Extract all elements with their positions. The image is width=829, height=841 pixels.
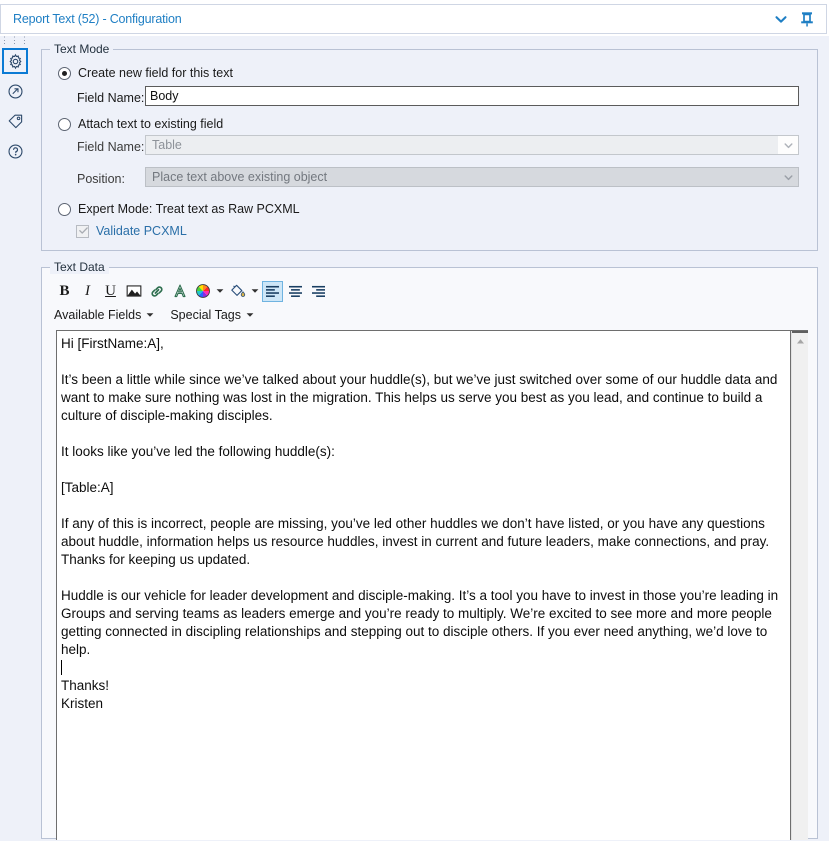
position-select[interactable]: Place text above existing object [145, 167, 799, 187]
rich-text-menu-bar: Available Fields Special Tags [54, 306, 270, 324]
editor-paragraph: Hi [FirstName:A], [61, 336, 164, 351]
scroll-up-arrow-icon[interactable] [792, 333, 808, 350]
image-icon [126, 284, 142, 298]
window-title-bar: Report Text (52) - Configuration [0, 4, 827, 34]
editor-paragraph [61, 659, 784, 677]
radio-create-new-field-indicator [58, 66, 71, 80]
font-button[interactable] [169, 281, 190, 302]
rich-text-toolbar: B I U [54, 280, 331, 302]
radio-expert-mode-indicator [58, 202, 71, 216]
text-editor-container: Hi [FirstName:A], It’s been a little whil… [56, 330, 808, 840]
editor-vertical-scrollbar[interactable] [791, 331, 808, 840]
align-left-button[interactable] [262, 280, 283, 302]
create-field-name-input[interactable] [145, 86, 799, 106]
fill-color-button[interactable] [227, 281, 248, 302]
align-center-icon [288, 285, 303, 298]
align-center-button[interactable] [285, 281, 306, 302]
page-title: Report Text (52) - Configuration [13, 12, 182, 26]
link-icon [149, 284, 165, 299]
align-right-icon [311, 285, 326, 298]
text-caret [61, 660, 62, 675]
align-right-button[interactable] [308, 281, 329, 302]
editor-paragraph [61, 425, 784, 443]
validate-pcxml-checkbox-indicator [76, 224, 89, 238]
rail-drag-handle[interactable]: ⋮⋮⋮ [0, 36, 30, 46]
editor-paragraph [61, 461, 784, 479]
create-field-name-label: Field Name: [77, 91, 145, 105]
color-wheel-icon [195, 283, 211, 299]
fill-color-dropdown-caret[interactable] [250, 281, 259, 302]
attach-field-name-select[interactable]: Table [145, 135, 799, 155]
special-tags-menu[interactable]: Special Tags [170, 308, 254, 322]
radio-expert-mode[interactable]: Expert Mode: Treat text as Raw PCXML [58, 202, 300, 216]
editor-paragraph: If any of this is incorrect, people are … [61, 516, 773, 567]
italic-button[interactable]: I [77, 281, 98, 302]
text-editor[interactable]: Hi [FirstName:A], It’s been a little whil… [57, 331, 791, 840]
text-data-group: Text Data B I U Available Fields Special… [41, 260, 818, 840]
tag-icon [7, 113, 24, 130]
text-color-dropdown-caret[interactable] [215, 281, 224, 302]
text-mode-group: Text Mode Create new field for this text… [41, 42, 818, 251]
underline-button[interactable]: U [100, 281, 121, 302]
sidebar-item-annotation[interactable] [2, 108, 28, 134]
arrow-in-circle-icon [7, 83, 24, 100]
radio-create-new-field[interactable]: Create new field for this text [58, 66, 233, 80]
insert-link-button[interactable] [146, 281, 167, 302]
position-value: Place text above existing object [152, 170, 328, 184]
paint-bucket-icon [230, 283, 246, 299]
available-fields-menu[interactable]: Available Fields [54, 308, 154, 322]
radio-attach-existing-field-indicator [58, 117, 71, 131]
editor-paragraph: [Table:A] [61, 480, 114, 495]
radio-create-new-field-label: Create new field for this text [78, 66, 233, 80]
font-a-icon [172, 283, 188, 299]
special-tags-menu-label: Special Tags [170, 308, 241, 322]
pin-icon[interactable] [794, 6, 820, 32]
editor-paragraph: Huddle is our vehicle for leader develop… [61, 588, 782, 657]
validate-pcxml-checkbox[interactable]: Validate PCXML [76, 224, 187, 238]
question-mark-icon [7, 143, 24, 160]
editor-paragraph: It looks like you’ve led the following h… [61, 444, 335, 459]
checkmark-icon [78, 225, 89, 237]
text-mode-legend: Text Mode [50, 42, 114, 56]
bold-button[interactable]: B [54, 281, 75, 302]
validate-pcxml-label: Validate PCXML [96, 224, 187, 238]
editor-paragraph [61, 353, 784, 371]
attach-field-name-label: Field Name: [77, 140, 145, 154]
align-left-icon [265, 285, 280, 298]
configuration-panel: Text Mode Create new field for this text… [30, 36, 829, 841]
editor-paragraph: Thanks! [61, 678, 110, 693]
radio-expert-mode-label: Expert Mode: Treat text as Raw PCXML [78, 202, 300, 216]
chevron-down-icon [778, 168, 798, 186]
editor-paragraph: It’s been a little while since we’ve tal… [61, 372, 782, 423]
chevron-down-icon [146, 312, 154, 318]
radio-attach-existing-field[interactable]: Attach text to existing field [58, 117, 223, 131]
editor-paragraph [61, 569, 784, 587]
position-label: Position: [77, 172, 125, 186]
text-color-button[interactable] [192, 281, 213, 302]
insert-image-button[interactable] [123, 281, 144, 302]
scrollbar-thumb[interactable] [792, 331, 808, 333]
text-data-legend: Text Data [50, 260, 109, 274]
editor-paragraph [61, 497, 784, 515]
tool-icon-rail: ⋮⋮⋮ [0, 36, 30, 841]
editor-paragraph: Kristen [61, 696, 104, 711]
chevron-down-icon[interactable] [768, 6, 794, 32]
attach-field-name-value: Table [152, 138, 182, 152]
chevron-down-icon [778, 136, 798, 154]
chevron-down-icon [246, 312, 254, 318]
available-fields-menu-label: Available Fields [54, 308, 142, 322]
gear-icon [7, 53, 24, 70]
sidebar-item-configuration[interactable] [2, 48, 28, 74]
sidebar-item-output[interactable] [2, 78, 28, 104]
sidebar-item-help[interactable] [2, 138, 28, 164]
radio-attach-existing-field-label: Attach text to existing field [78, 117, 224, 131]
